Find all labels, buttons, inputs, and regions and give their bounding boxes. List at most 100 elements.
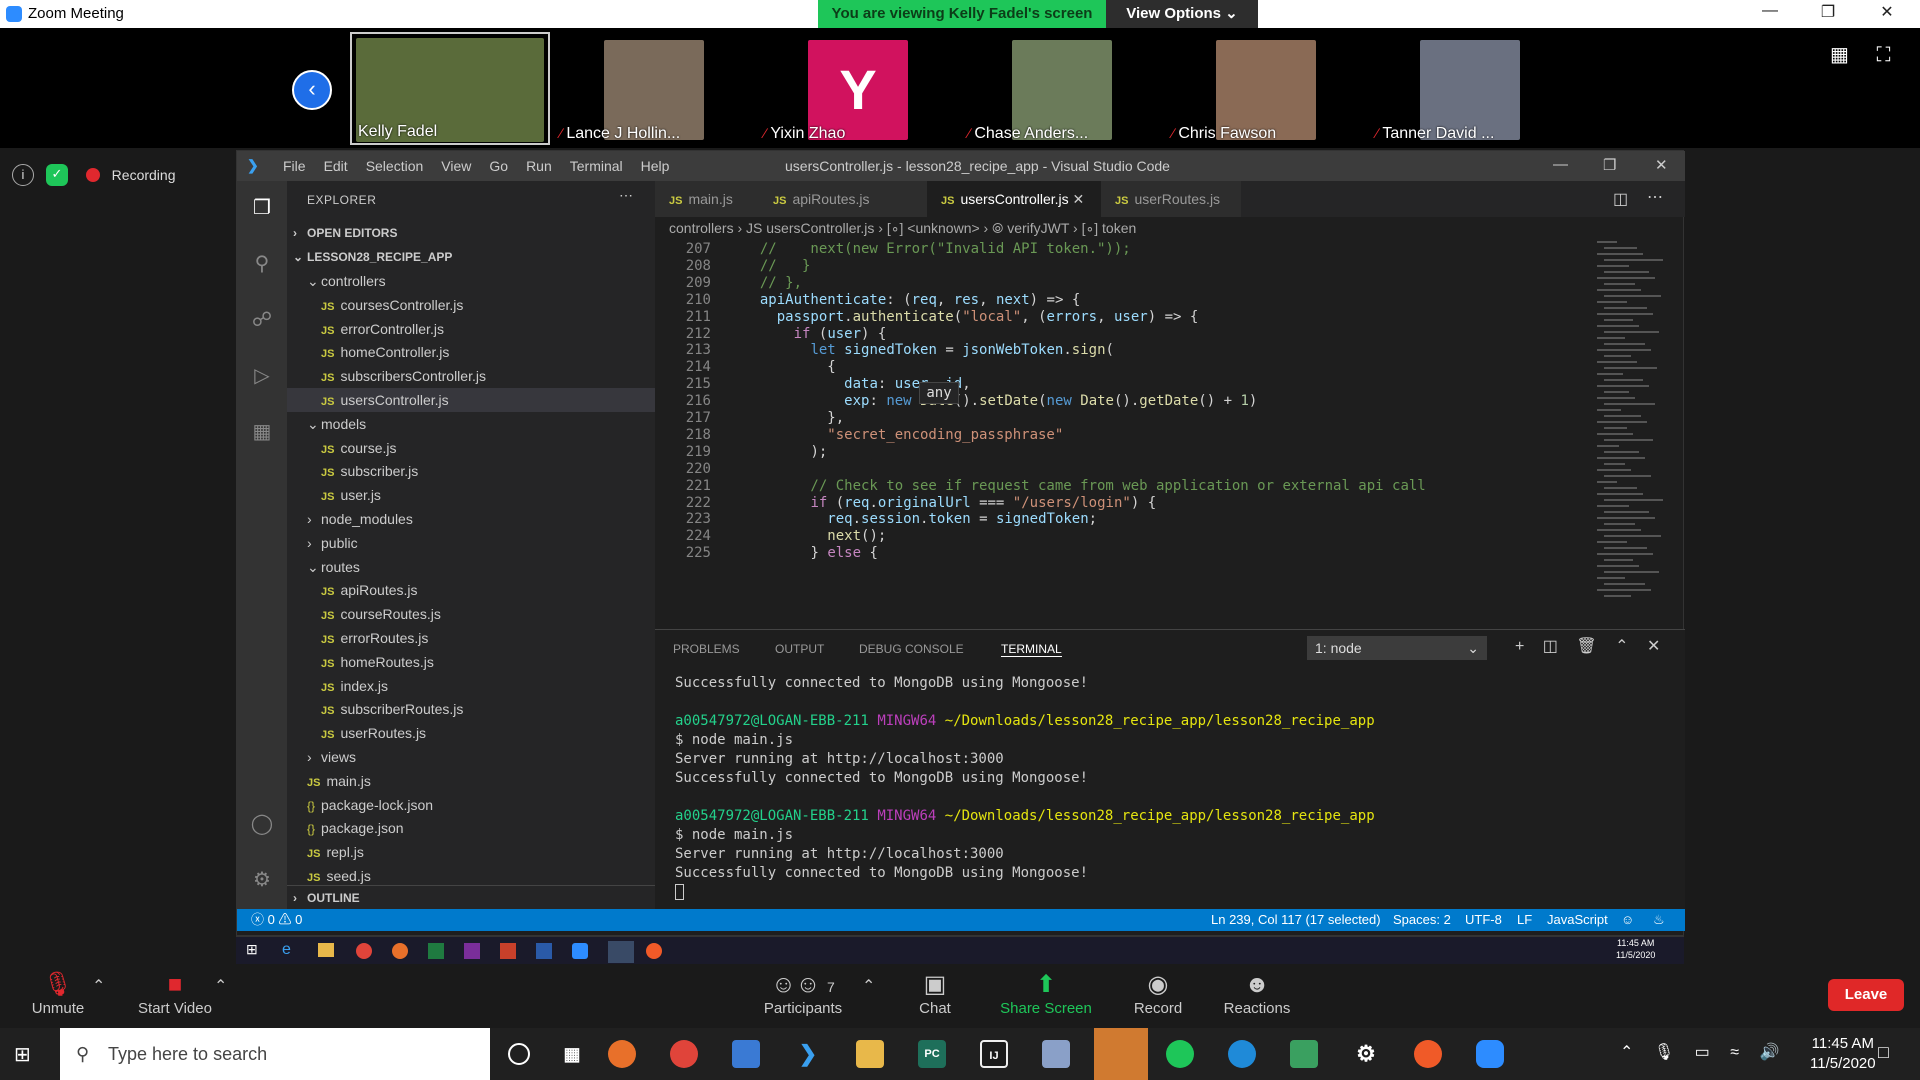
explorer-icon[interactable]: ❐ (250, 195, 274, 219)
panel-tab[interactable]: PROBLEMS (673, 642, 740, 656)
settings-icon[interactable]: ⚙ (1352, 1040, 1380, 1068)
explorer-file[interactable]: {} package.json (287, 816, 655, 840)
tray-battery-icon[interactable]: ▭ (1695, 1044, 1710, 1061)
explorer-file[interactable]: JS errorRoutes.js (287, 626, 655, 650)
participant-tile[interactable]: Y ∕ Yixin Zhao (758, 32, 958, 145)
firefox-icon[interactable] (608, 1040, 636, 1068)
vscode-close-icon[interactable]: ✕ (1655, 156, 1668, 174)
unmute-button[interactable]: 🎙 Unmute (22, 970, 94, 1017)
explorer-file[interactable]: JS repl.js (287, 840, 655, 864)
pycharm-icon[interactable]: PC (918, 1040, 946, 1068)
taskbar-search-box[interactable]: ⚲ Type here to search (60, 1028, 490, 1080)
project-section[interactable]: ⌄ LESSON28_RECIPE_APP (287, 245, 655, 269)
tray-mic-icon[interactable]: 🎙 (1654, 1044, 1674, 1061)
cortana-icon[interactable] (508, 1043, 530, 1065)
terminal-output[interactable]: Successfully connected to MongoDB using … (675, 674, 1665, 904)
restore-button[interactable]: ❐ (1813, 2, 1843, 22)
network-app-icon[interactable] (1290, 1040, 1318, 1068)
shield-icon[interactable]: ✓ (45, 164, 68, 186)
menu-item[interactable]: Help (641, 158, 670, 174)
menu-item[interactable]: Terminal (570, 158, 623, 174)
explorer-file[interactable]: JS usersController.js (287, 388, 655, 412)
audio-options-chevron-icon[interactable]: ⌃ (92, 976, 105, 996)
leave-button[interactable]: Leave (1828, 979, 1904, 1011)
tray-wifi-icon[interactable]: ≈ (1730, 1044, 1739, 1061)
breadcrumb[interactable]: controllers › JS usersController.js › [∘… (655, 217, 1685, 239)
source-control-icon[interactable]: ☍ (250, 307, 274, 331)
file-encoding[interactable]: UTF-8 (1465, 909, 1502, 931)
chat-button[interactable]: ▣ Chat (910, 970, 960, 1017)
postman-icon[interactable] (1414, 1040, 1442, 1068)
app-icon[interactable] (1042, 1040, 1070, 1068)
chrome-icon[interactable] (670, 1040, 698, 1068)
explorer-folder[interactable]: › public (287, 531, 655, 555)
new-terminal-icon[interactable]: + (1515, 638, 1524, 655)
file-explorer-icon[interactable] (856, 1040, 884, 1068)
calculator-icon[interactable] (732, 1040, 760, 1068)
taskbar-clock[interactable]: 11:45 AM 11/5/2020 (1810, 1034, 1876, 1074)
indent-spaces[interactable]: Spaces: 2 (1393, 909, 1451, 931)
editor-more-icon[interactable]: ⋯ (1647, 187, 1663, 207)
explorer-file[interactable]: JS courseRoutes.js (287, 602, 655, 626)
fullscreen-icon[interactable]: ⛶ (1876, 44, 1890, 66)
sticky-notes-icon[interactable] (1094, 1028, 1148, 1080)
search-icon[interactable]: ⚲ (250, 251, 274, 275)
editor-tab[interactable]: JS usersController.js ✕ (927, 181, 1101, 217)
cursor-position[interactable]: Ln 239, Col 117 (17 selected) (1211, 909, 1381, 931)
terminal-cursor[interactable] (675, 883, 1665, 902)
explorer-folder[interactable]: › node_modules (287, 507, 655, 531)
close-panel-icon[interactable]: ✕ (1647, 638, 1660, 655)
explorer-file[interactable]: JS homeRoutes.js (287, 650, 655, 674)
explorer-file[interactable]: JS subscriberRoutes.js (287, 697, 655, 721)
terminal-select[interactable]: 1: node ⌄ (1307, 636, 1487, 660)
explorer-file[interactable]: JS subscriber.js (287, 459, 655, 483)
explorer-file[interactable]: JS subscribersController.js (287, 364, 655, 388)
panel-tab[interactable]: OUTPUT (775, 642, 824, 656)
editor-tab[interactable]: JS userRoutes.js (1101, 181, 1241, 217)
intellij-icon[interactable]: IJ (980, 1040, 1008, 1068)
previous-page-button[interactable]: ‹ (292, 70, 332, 110)
task-view-icon[interactable]: ▦ (558, 1040, 586, 1068)
explorer-file[interactable]: JS homeController.js (287, 340, 655, 364)
tray-overflow-icon[interactable]: ⌃ (1620, 1044, 1633, 1061)
explorer-file[interactable]: JS userRoutes.js (287, 721, 655, 745)
explorer-file[interactable]: JS errorController.js (287, 317, 655, 341)
more-actions-icon[interactable]: ⋯ (619, 187, 633, 204)
split-editor-icon[interactable]: ◫ (1613, 189, 1628, 209)
problems-count[interactable]: ⓧ 0 ⚠ 0 (251, 909, 302, 931)
reactions-button[interactable]: ☻ Reactions (1220, 970, 1294, 1017)
spotify-icon[interactable] (1166, 1040, 1194, 1068)
zoom-taskbar-icon[interactable] (1476, 1040, 1504, 1068)
explorer-file[interactable]: JS main.js (287, 769, 655, 793)
panel-tab[interactable]: DEBUG CONSOLE (859, 642, 964, 656)
explorer-file[interactable]: JS coursesController.js (287, 293, 655, 317)
explorer-folder[interactable]: ⌄ controllers (287, 269, 655, 293)
panel-tab[interactable]: TERMINAL (1001, 642, 1062, 657)
open-editors-section[interactable]: › OPEN EDITORS (287, 221, 655, 245)
menu-item[interactable]: Go (489, 158, 508, 174)
close-button[interactable]: ✕ (1872, 2, 1902, 22)
info-icon[interactable]: i (12, 164, 34, 186)
code-editor[interactable]: 207 // next(new Error("Invalid API token… (655, 239, 1685, 629)
menu-item[interactable]: Run (526, 158, 552, 174)
participant-tile[interactable]: ∕ Chris Fawson (1166, 32, 1366, 145)
record-button[interactable]: ◉ Record (1128, 970, 1188, 1017)
participant-tile[interactable]: ∕ Chase Anders... (962, 32, 1162, 145)
notifications-bell-icon[interactable]: ♨ (1653, 909, 1665, 931)
settings-gear-icon[interactable]: ⚙ (250, 867, 274, 891)
explorer-file[interactable]: JS course.js (287, 436, 655, 460)
menu-item[interactable]: Selection (366, 158, 424, 174)
edge-icon[interactable] (1228, 1040, 1256, 1068)
menu-item[interactable]: View (441, 158, 471, 174)
minimap[interactable] (1589, 241, 1669, 631)
explorer-file[interactable]: JS apiRoutes.js (287, 578, 655, 602)
language-mode[interactable]: JavaScript (1547, 909, 1608, 931)
outline-section[interactable]: › OUTLINE (287, 885, 655, 909)
vscode-taskbar-icon[interactable]: ❯ (794, 1040, 822, 1068)
close-tab-icon[interactable]: ✕ (1069, 191, 1085, 207)
view-options-button[interactable]: View Options ⌄ (1106, 0, 1258, 28)
video-options-chevron-icon[interactable]: ⌃ (214, 976, 227, 996)
participant-tile[interactable]: ∕ Tanner David ... (1370, 32, 1570, 145)
minimize-button[interactable]: — (1755, 2, 1785, 20)
explorer-file[interactable]: {} package-lock.json (287, 793, 655, 817)
